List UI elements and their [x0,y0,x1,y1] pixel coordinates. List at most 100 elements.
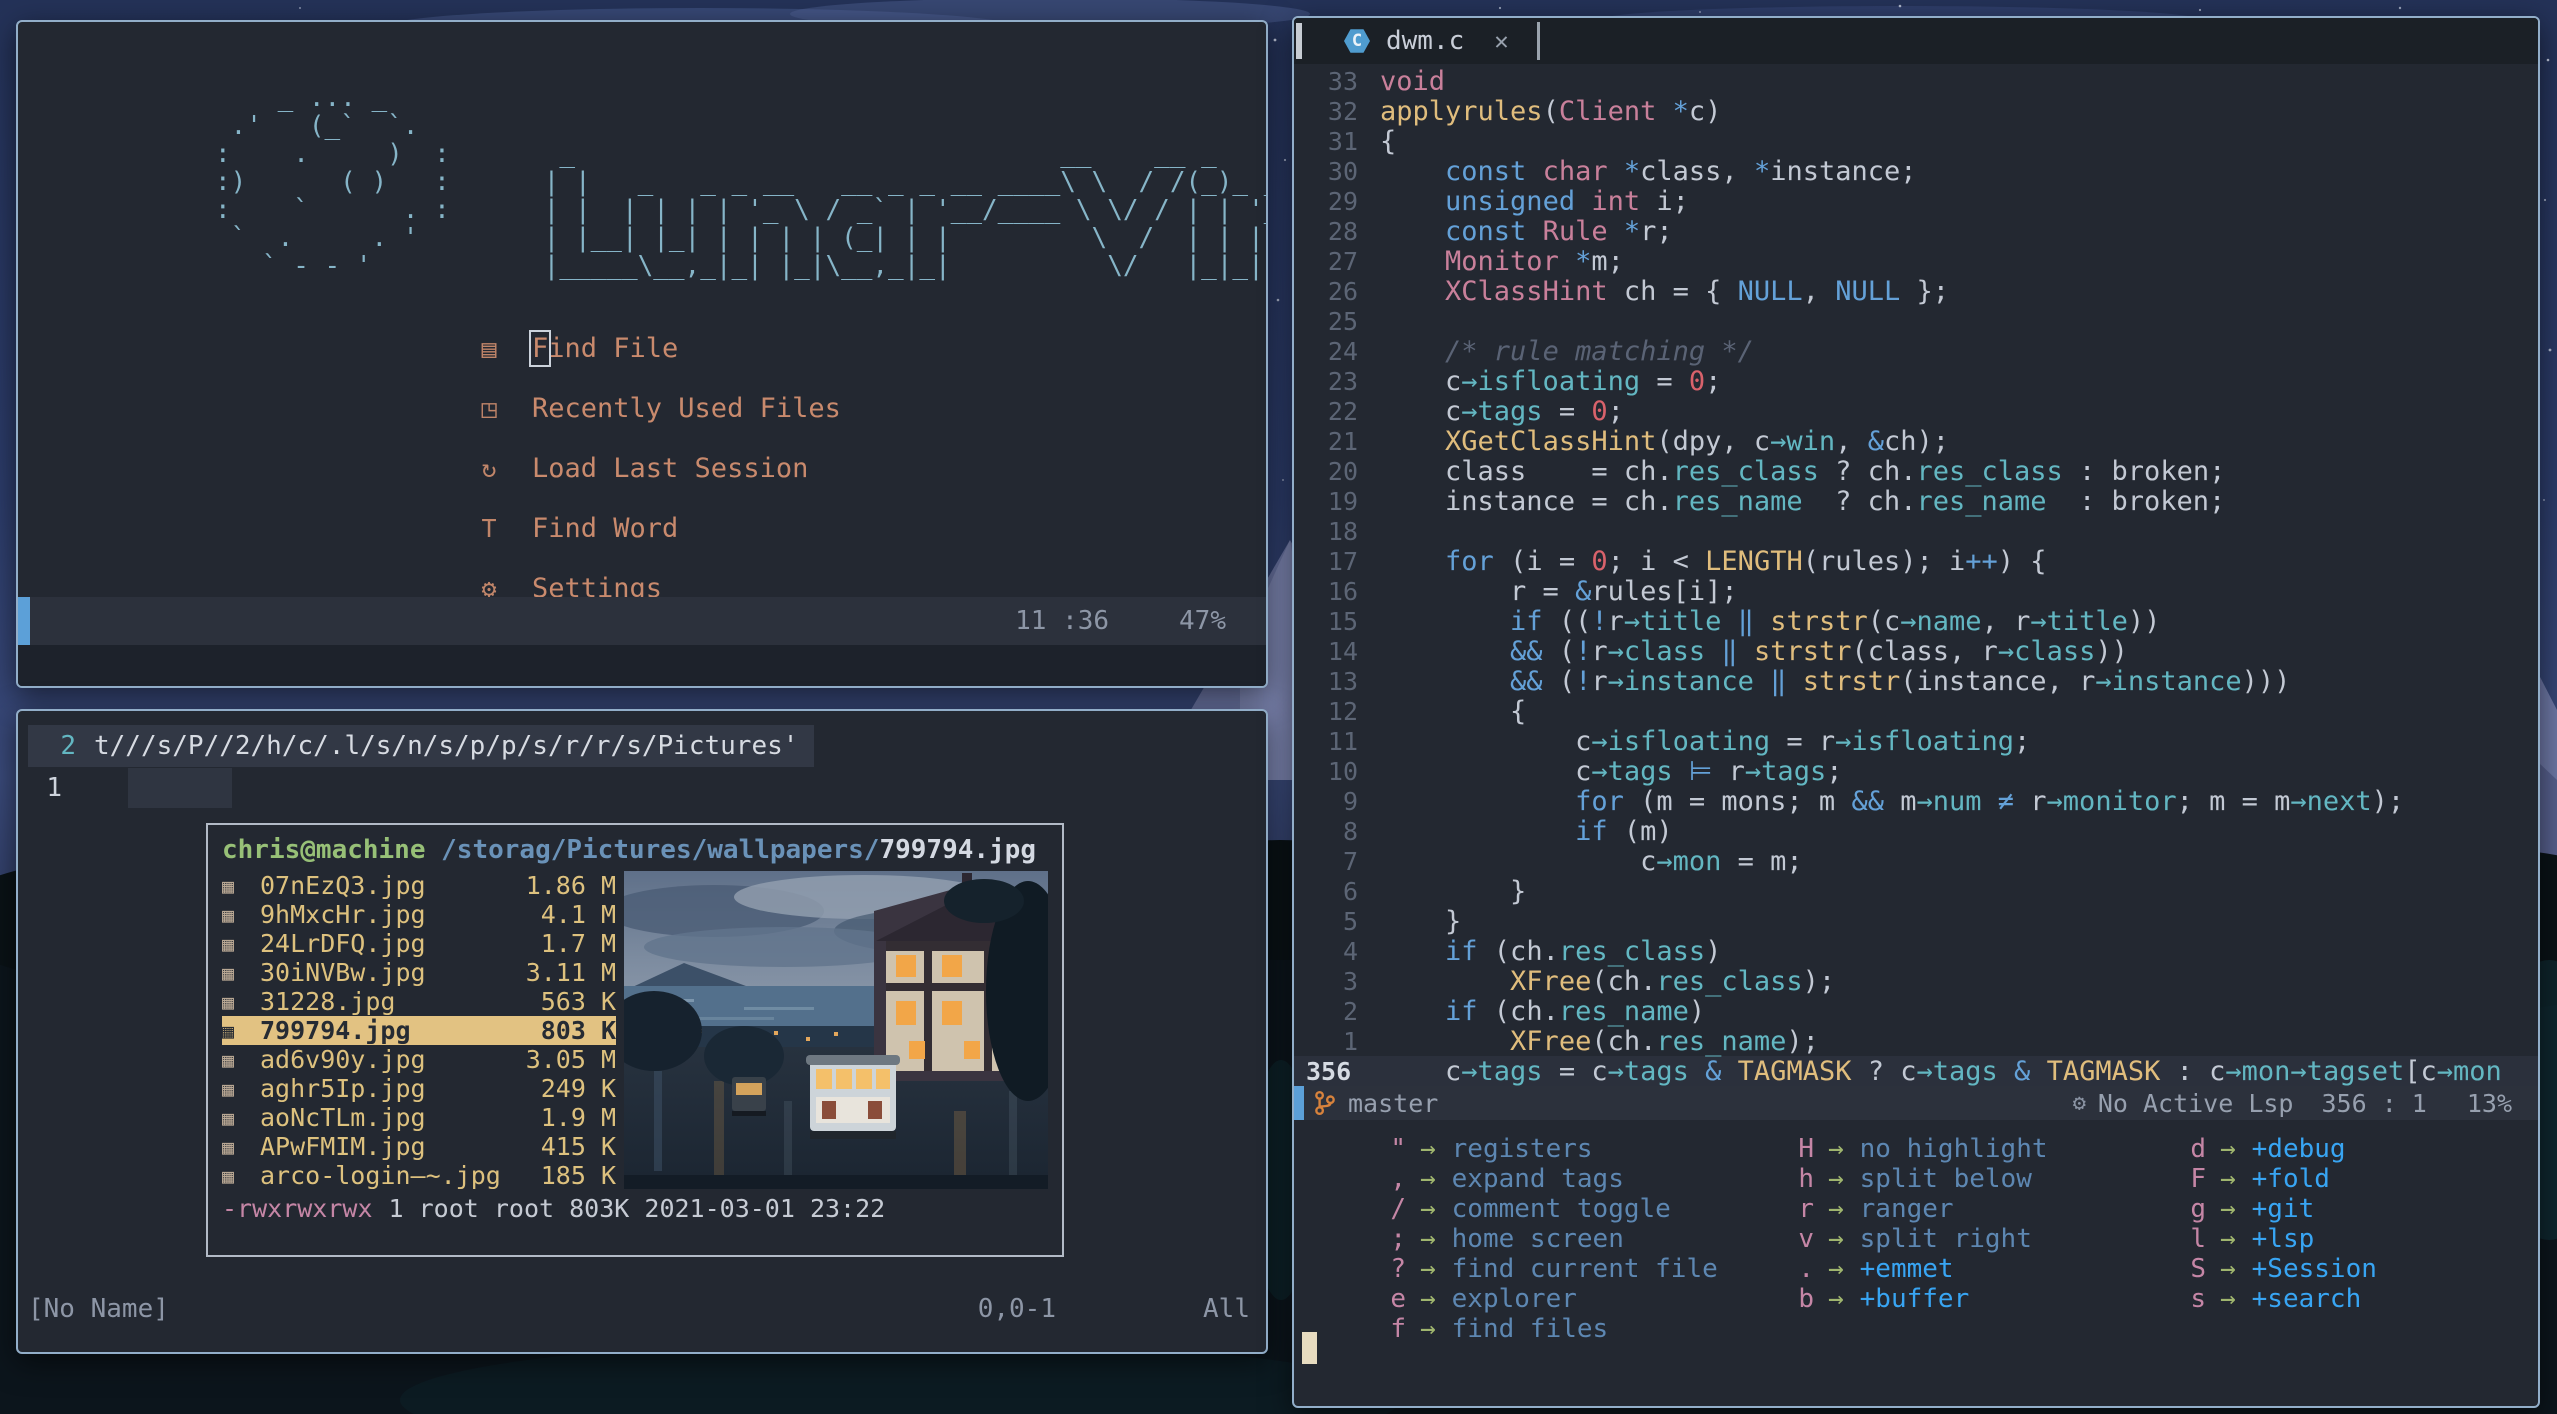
whichkey-key: b [1798,1284,1814,1314]
line-number: 17 [1327,546,1358,576]
code-line[interactable]: 16 r = &rules[i]; [1294,576,2538,607]
code-line[interactable]: 29 unsigned int i; [1294,186,2538,217]
code-line[interactable]: 32 applyrules(Client *c) [1294,96,2538,127]
line-number: 2 [1342,996,1358,1026]
code-line[interactable]: 6 } [1294,875,2538,907]
line-number: 4 [1342,936,1358,966]
whichkey-label: +lsp [2251,1224,2315,1254]
line-number: 24 [1327,336,1358,366]
code-line[interactable]: 24 /* rule matching */ [1294,336,2538,367]
code-line[interactable]: 2 if (ch.res_name) [1294,996,2538,1027]
image-file-icon: ▦ [222,1076,235,1101]
menu-item-label: Find File [528,329,679,367]
file-row[interactable]: ▦ 9hMxcHr.jpg 4.1 M [222,900,616,929]
code-text: } [1380,875,1527,907]
code-line[interactable]: 27 Monitor *m; [1294,246,2538,277]
code-line[interactable]: 1 XFree(ch.res_name); [1294,1026,2538,1057]
menu-item-recently-used-files[interactable]: ◳ Recently Used Files [472,378,841,438]
menu-item-load-last-session[interactable]: ↻ Load Last Session [472,438,841,498]
line-number: 12 [1327,696,1358,726]
whichkey-label: home screen [1451,1224,1624,1254]
line-number: 16 [1327,576,1358,606]
code-line[interactable]: 25 [1294,306,2538,336]
whichkey-binding: . → +emmet [1788,1254,2048,1284]
buffer-line-1[interactable]: 2 t///s/P//2/h/c/.l/s/n/s/p/p/s/r/r/s/Pi… [28,725,815,767]
code-line[interactable]: 33 void [1294,66,2538,97]
code-line[interactable]: 11 c→isfloating = r→isfloating; [1294,726,2538,757]
code-text: { [1380,695,1527,727]
file-row[interactable]: ▦ aghr5Ip.jpg 249 K [222,1074,616,1103]
window-lunarvim-dashboard: _ ... _ .' (_` `. : . ) : _ __ __ _ :) (… [16,20,1268,688]
image-file-icon: ▦ [222,873,235,898]
whichkey-key: v [1798,1224,1814,1254]
code-line[interactable]: 21 XGetClassHint(dpy, c→win, &ch); [1294,426,2538,457]
code-line[interactable]: 15 if ((!r→title ‖ strstr(c→name, r→titl… [1294,606,2538,637]
menu-item-find-word[interactable]: T Find Word [472,498,841,558]
line-number: 15 [1327,606,1358,636]
code-line[interactable]: 4 if (ch.res_class) [1294,936,2538,967]
code-text: const char *class, *instance; [1445,155,1917,187]
arrow-icon: → [1828,1224,1844,1254]
wallpaper-preview-image [624,871,1048,1189]
whichkey-binding: ; → home screen [1380,1224,1718,1254]
file-row[interactable]: ▦ APwFMIM.jpg 415 K [222,1132,616,1161]
file-name: ad6v90y.jpg [260,1045,426,1074]
whichkey-label: +search [2251,1284,2362,1314]
whichkey-binding: l → +lsp [2180,1224,2377,1254]
code-line[interactable]: 20 class = ch.res_class ? ch.res_class :… [1294,456,2538,487]
file-row[interactable]: ▦ ad6v90y.jpg 3.05 M [222,1045,616,1074]
file-row[interactable]: ▦ arco-login—~.jpg 185 K [222,1161,616,1190]
menu-item-find-file[interactable]: ▤ Find File [472,318,841,378]
code-line[interactable]: 22 c→tags = 0; [1294,396,2538,427]
file-row[interactable]: ▦ 30iNVBw.jpg 3.11 M [222,958,616,987]
code-text: if (m) [1575,815,1673,847]
tab-dwm-c[interactable]: C dwm.c ✕ [1302,18,1537,64]
file-details: 1 root root 803K 2021-03-01 23:22 [388,1193,886,1223]
code-line[interactable]: 10 c→tags ⊨ r→tags; [1294,755,2538,787]
code-line[interactable]: 3 XFree(ch.res_class); [1294,966,2538,997]
file-name: APwFMIM.jpg [260,1132,426,1161]
file-manager-popup: chris@machine /storag/Pictures/wallpaper… [206,823,1064,1257]
file-row[interactable]: ▦ 07nEzQ3.jpg 1.86 M [222,871,616,900]
code-text: c→tags ⊨ r→tags; [1380,755,1843,787]
code-line[interactable]: 7 c→mon = m; [1294,846,2538,877]
whichkey-binding: s → +search [2180,1284,2377,1314]
code-line[interactable]: 13 && (!r→instance ‖ strstr(instance, r→… [1294,666,2538,697]
code-text: const Rule *r; [1445,215,1673,247]
line-number: 19 [1327,486,1358,516]
file-row[interactable]: ▦ 31228.jpg 563 K [222,987,616,1016]
code-line[interactable]: 30 const char *class, *instance; [1294,155,2538,187]
file-row[interactable]: ▦ 799794.jpg 803 K [222,1016,616,1045]
line-number: 7 [1342,846,1358,876]
code-line[interactable]: 26 XClassHint ch = { NULL, NULL }; [1294,276,2538,307]
code-line[interactable]: 12 { [1294,695,2538,727]
file-name: arco-login—~.jpg [260,1161,501,1190]
image-file-icon: ▦ [222,1134,235,1159]
code-line[interactable]: 19 instance = ch.res_name ? ch.res_name … [1294,486,2538,517]
line-number: 21 [1327,426,1358,456]
file-row[interactable]: ▦ aoNcTLm.jpg 1.9 M [222,1103,616,1132]
code-area[interactable]: 33 void 32 applyrules(Client *c) 31{30 const… [1294,66,2538,1087]
code-line[interactable]: 17 for (i = 0; i < LENGTH(rules); i++) { [1294,546,2538,577]
code-line[interactable]: 23 c→isfloating = 0; [1294,366,2538,397]
code-line[interactable]: 31 { [1294,126,2538,157]
code-line[interactable]: 5 } [1294,906,2538,937]
close-icon[interactable]: ✕ [1494,27,1508,55]
menu-item-label: Recently Used Files [532,392,841,424]
line-number: 11 [1327,726,1358,756]
code-line[interactable]: 356 c→tags = c→tags & TAGMASK ? c→tags &… [1294,1055,2538,1087]
line-number: 1 [46,773,62,803]
image-file-icon: ▦ [222,902,235,927]
buffer-line-2[interactable]: 1 [28,767,62,809]
code-line[interactable]: 14 && (!r→class ‖ strstr(class, r→class)… [1294,636,2538,667]
file-row[interactable]: ▦ 24LrDFQ.jpg 1.7 M [222,929,616,958]
code-line[interactable]: 28 const Rule *r; [1294,215,2538,247]
code-text: c→tags = c→tags & TAGMASK ? c→tags & TAG… [1380,1055,2502,1087]
file-name: 30iNVBw.jpg [260,958,426,987]
code-line[interactable]: 9 for (m = mons; m && m→num ≠ r→monitor;… [1294,786,2538,817]
code-line[interactable]: 18 [1294,516,2538,546]
tab-title: dwm.c [1386,26,1465,56]
current-file-name: 799794.jpg [879,835,1036,865]
find-word-icon: T [481,513,497,543]
code-line[interactable]: 8 if (m) [1294,815,2538,847]
